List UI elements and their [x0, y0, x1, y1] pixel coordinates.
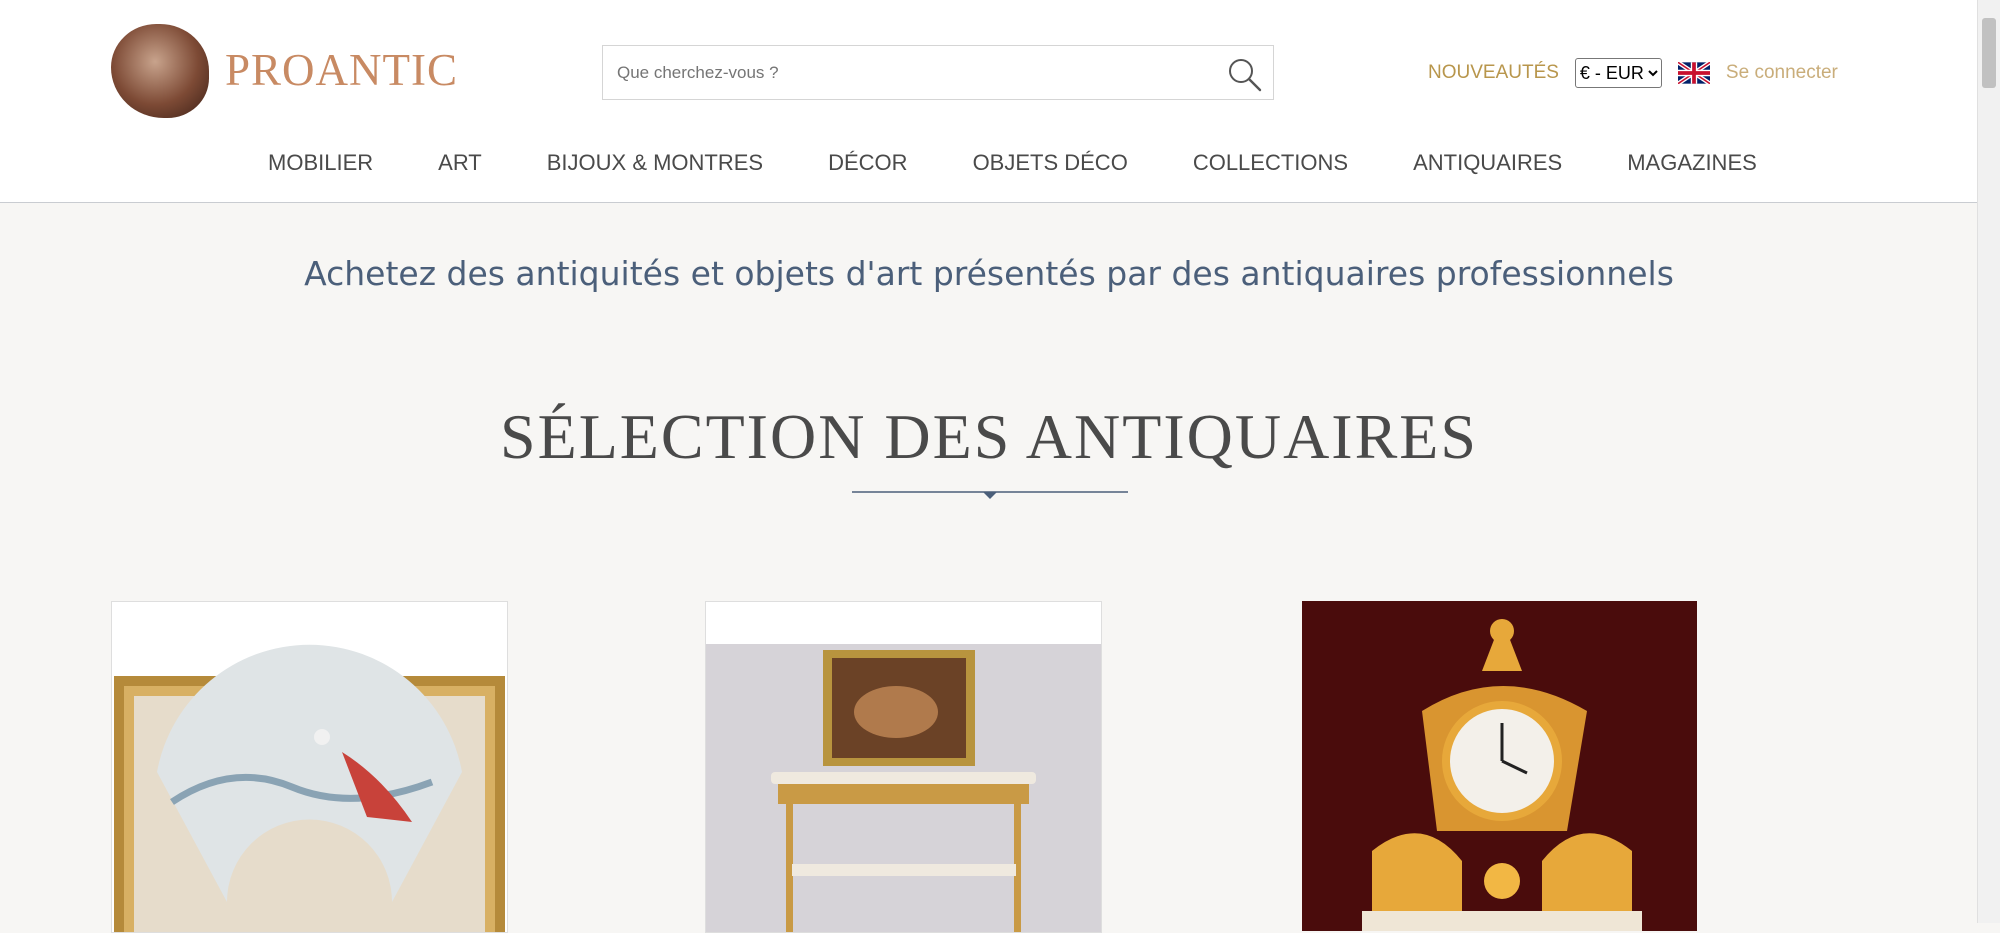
product-card[interactable] — [1302, 601, 1697, 931]
search-input[interactable] — [603, 46, 1217, 99]
bust-logo-icon — [111, 24, 209, 118]
product-selection — [92, 553, 1862, 933]
title-divider — [852, 491, 1128, 499]
site-tagline: Achetez des antiquités et objets d'art p… — [304, 254, 1674, 293]
nav-item-collections[interactable]: COLLECTIONS — [1193, 150, 1348, 176]
product-card[interactable] — [111, 601, 508, 933]
nav-item-bijoux-montres[interactable]: BIJOUX & MONTRES — [547, 150, 763, 176]
product-image-framed-fan — [112, 602, 507, 932]
new-arrivals-link[interactable]: NOUVEAUTÉS — [1428, 62, 1559, 84]
product-image-console-table — [706, 602, 1101, 932]
header-utilities: NOUVEAUTÉS € - EUR Se connecter — [1428, 56, 1838, 90]
nav-item-antiquaires[interactable]: ANTIQUAIRES — [1413, 150, 1562, 176]
nav-item-mobilier[interactable]: MOBILIER — [268, 150, 373, 176]
nav-item-objets-deco[interactable]: OBJETS DÉCO — [973, 150, 1128, 176]
section-title: SÉLECTION DES ANTIQUAIRES — [500, 401, 1478, 472]
uk-flag-icon[interactable] — [1677, 62, 1710, 84]
main-nav: MOBILIER ART BIJOUX & MONTRES DÉCOR OBJE… — [108, 124, 1849, 202]
page-scrollbar[interactable] — [1977, 0, 2000, 923]
product-image-ormolu-clock — [1302, 601, 1697, 931]
nav-item-magazines[interactable]: MAGAZINES — [1627, 150, 1757, 176]
nav-item-decor[interactable]: DÉCOR — [828, 150, 907, 176]
product-card[interactable] — [705, 601, 1102, 933]
logo-text: PROANTIC — [225, 45, 459, 95]
nav-item-art[interactable]: ART — [438, 150, 482, 176]
site-header: PROANTIC NOUVEAUTÉS € - EUR Se connecter… — [0, 0, 1978, 203]
search-icon[interactable] — [1225, 55, 1263, 93]
currency-select[interactable]: € - EUR — [1574, 58, 1662, 88]
login-link[interactable]: Se connecter — [1726, 62, 1838, 84]
scrollbar-thumb[interactable] — [1982, 18, 1996, 88]
search-bar — [602, 45, 1274, 100]
site-logo[interactable]: PROANTIC — [111, 22, 459, 120]
